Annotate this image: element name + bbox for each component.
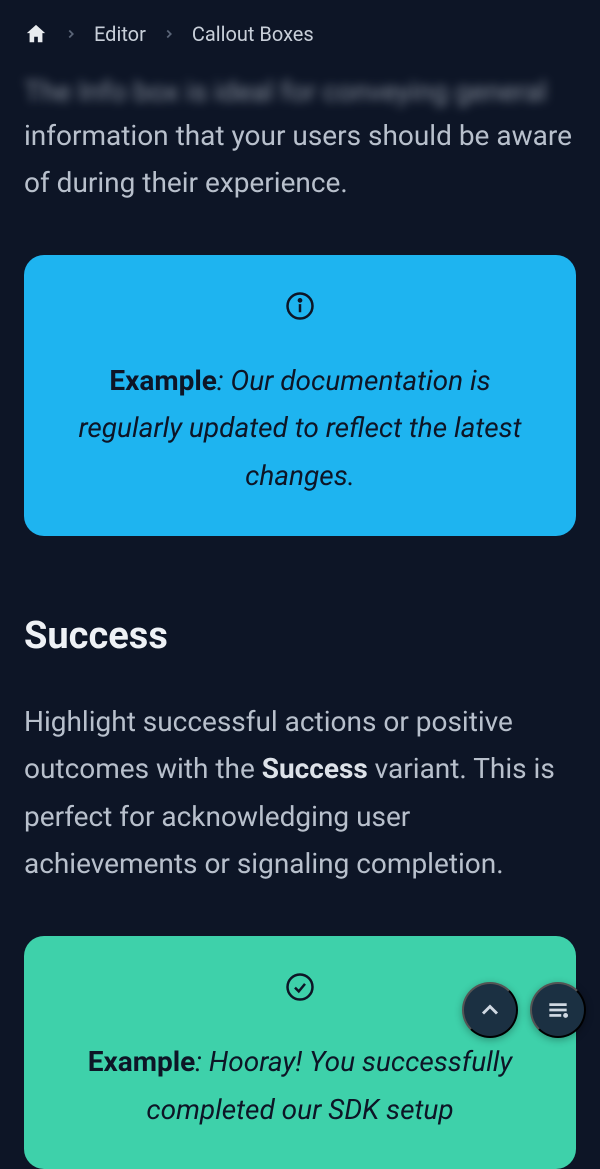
chevron-right-icon [64,27,78,41]
section-heading-success: Success [24,614,576,658]
callout-success-text: Example: Hooray! You successfully comple… [64,1038,536,1133]
section-text-success: Highlight successful actions or positive… [24,698,576,888]
fab-container [462,982,586,1038]
chevron-right-icon [162,27,176,41]
toc-menu-button[interactable] [530,982,586,1038]
breadcrumb: Editor Callout Boxes [0,0,600,68]
callout-info: Example: Our documentation is regularly … [24,255,576,536]
info-icon [64,291,536,321]
scroll-to-top-button[interactable] [462,982,518,1038]
callout-info-text: Example: Our documentation is regularly … [64,357,536,500]
breadcrumb-current: Callout Boxes [192,22,314,46]
callout-label: Example [109,364,217,397]
success-strong: Success [262,752,368,785]
intro-text: information that your users should be aw… [24,112,576,207]
partial-intro-line: The Info box is ideal for conveying gene… [24,68,576,116]
breadcrumb-editor-link[interactable]: Editor [94,22,146,46]
list-icon [545,997,571,1023]
callout-success: Example: Hooray! You successfully comple… [24,936,576,1169]
callout-label: Example [88,1045,196,1078]
breadcrumb-home-link[interactable] [24,22,48,46]
home-icon [25,23,47,45]
chevron-up-icon [476,996,504,1024]
